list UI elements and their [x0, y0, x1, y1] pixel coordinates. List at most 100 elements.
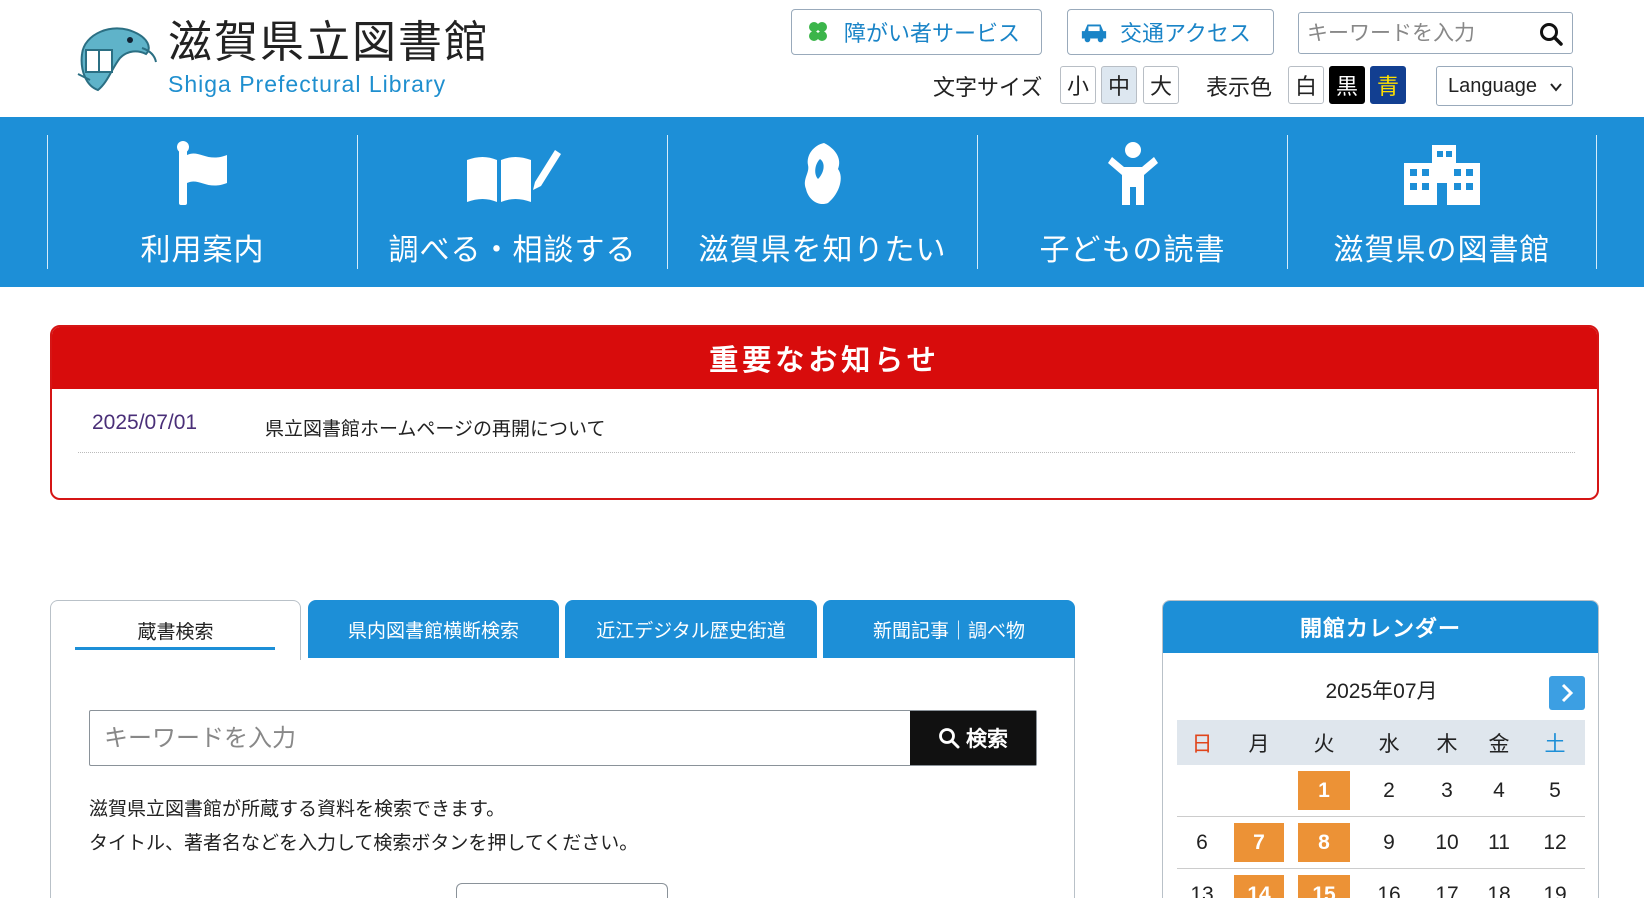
calendar-day: 2: [1383, 778, 1395, 802]
book-pencil-icon: [463, 140, 563, 207]
calendar-day-cell: 7: [1227, 817, 1291, 868]
calendar-day-cell: 8: [1291, 817, 1357, 868]
car-icon: [1080, 18, 1108, 46]
tab-news-research[interactable]: 新聞記事｜調べ物: [823, 600, 1075, 659]
calendar-day: 9: [1383, 830, 1395, 854]
calendar-day: 7: [1234, 823, 1284, 862]
calendar-day: 13: [1190, 882, 1214, 898]
nav-item-research[interactable]: 調べる・相談する: [357, 135, 667, 269]
calendar-day: 14: [1234, 875, 1284, 898]
header-search: [1298, 12, 1573, 54]
header-search-input[interactable]: [1299, 13, 1519, 53]
site-header: 滋賀県立図書館 Shiga Prefectural Library 障がい者サー…: [0, 0, 1644, 117]
font-size-small-button[interactable]: 小: [1060, 66, 1096, 104]
chevron-down-icon: [1550, 83, 1562, 92]
calendar-day: 6: [1196, 830, 1208, 854]
nav-label: 滋賀県を知りたい: [698, 233, 947, 268]
chevron-right-icon: [1561, 683, 1574, 703]
calendar-day-cell: 15: [1291, 869, 1357, 898]
calendar-day: 8: [1298, 823, 1350, 862]
site-logo[interactable]: 滋賀県立図書館 Shiga Prefectural Library: [72, 14, 490, 100]
catalog-search-input[interactable]: [90, 711, 910, 765]
calendar-weekday: 土: [1544, 732, 1566, 756]
calendar-day: 12: [1543, 830, 1567, 854]
calendar-day: 1: [1298, 771, 1350, 810]
language-label: Language: [1448, 74, 1537, 97]
calendar-weekday: 水: [1378, 732, 1400, 756]
advanced-search-button[interactable]: [456, 883, 668, 898]
calendar-day: 5: [1549, 778, 1561, 802]
calendar-day: 3: [1441, 778, 1453, 802]
search-description-line: タイトル、著者名などを入力して検索ボタンを押してください。: [89, 832, 639, 854]
nav-label: 滋賀県の図書館: [1333, 233, 1551, 268]
color-blue-button[interactable]: 青: [1370, 66, 1406, 104]
building-icon: [1392, 140, 1492, 207]
calendar-day: 16: [1377, 882, 1401, 898]
tab-cross-search[interactable]: 県内図書館横断検索: [308, 600, 559, 659]
calendar-day: 18: [1487, 882, 1511, 898]
site-subtitle: Shiga Prefectural Library: [168, 70, 447, 97]
color-white-button[interactable]: 白: [1288, 66, 1324, 104]
catalog-search-box: 検索: [89, 710, 1037, 766]
nav-label: 利用案内: [140, 233, 265, 268]
catfish-mascot-icon: [77, 27, 157, 92]
calendar-day: 17: [1435, 882, 1459, 898]
calendar-week-row: 13 14 15 16 17 18 19: [1177, 869, 1585, 898]
language-select[interactable]: Language: [1436, 66, 1573, 106]
calendar-day-cell: 1: [1291, 765, 1357, 816]
disability-service-label: 障がい者サービス: [844, 22, 1021, 47]
search-button-label: 検索: [966, 727, 1008, 751]
tab-digital-history[interactable]: 近江デジタル歴史街道: [565, 600, 817, 659]
clover-icon: [804, 18, 832, 46]
nav-item-children[interactable]: 子どもの読書: [977, 135, 1287, 269]
catalog-search-button[interactable]: 検索: [910, 711, 1036, 765]
access-label: 交通アクセス: [1120, 22, 1251, 47]
nav-item-shiga[interactable]: 滋賀県を知りたい: [667, 135, 977, 269]
shiga-map-icon: [773, 140, 873, 207]
nav-item-libraries[interactable]: 滋賀県の図書館: [1287, 135, 1597, 269]
disability-service-button[interactable]: 障がい者サービス: [791, 9, 1042, 55]
calendar-day: 11: [1488, 830, 1510, 854]
calendar-weekday-header: 日月火水木金土: [1177, 720, 1585, 765]
site-title: 滋賀県立図書館: [168, 16, 490, 68]
calendar-day: 19: [1543, 882, 1567, 898]
calendar-week-row: 6 7 8 9 10 11 12: [1177, 817, 1585, 869]
notice-item[interactable]: 2025/07/01 県立図書館ホームページの再開について: [78, 411, 1575, 453]
nav-label: 子どもの読書: [1039, 233, 1226, 268]
access-button[interactable]: 交通アクセス: [1067, 9, 1274, 55]
search-description-line: 滋賀県立図書館が所蔵する資料を検索できます。: [89, 798, 506, 820]
notice-title-link[interactable]: 県立図書館ホームページの再開について: [265, 414, 605, 452]
calendar-month: 2025年07月: [1325, 680, 1438, 703]
tab-label: 蔵書検索: [137, 621, 214, 643]
tab-catalog-search[interactable]: 蔵書検索: [50, 600, 301, 660]
font-size-medium-button[interactable]: 中: [1101, 66, 1137, 104]
search-icon[interactable]: [1538, 21, 1564, 47]
calendar-day: [1227, 765, 1291, 816]
calendar-day: 10: [1435, 830, 1459, 854]
display-color-label: 表示色: [1206, 76, 1273, 101]
calendar-weekday: 火: [1313, 732, 1335, 756]
calendar-weekday: 木: [1436, 732, 1458, 756]
notice-heading: 重要なお知らせ: [52, 327, 1597, 389]
color-black-button[interactable]: 黒: [1329, 66, 1365, 104]
font-size-label: 文字サイズ: [933, 76, 1043, 101]
calendar-weekday: 月: [1248, 732, 1270, 756]
calendar-next-button[interactable]: [1549, 676, 1585, 710]
child-icon: [1083, 140, 1183, 207]
main-nav: 利用案内 調べる・相談する 滋賀県を知りたい 子どもの読書 滋賀県の図書館: [0, 117, 1644, 287]
opening-calendar: 開館カレンダー 2025年07月 日月火水木金土 1 2 3 4 5 6 7 8 9 10 11 12…: [1162, 600, 1599, 898]
active-tab-indicator: [75, 647, 275, 650]
calendar-week-row: 1 2 3 4 5: [1177, 765, 1585, 817]
calendar-day-cell: 14: [1227, 869, 1291, 898]
font-size-large-button[interactable]: 大: [1143, 66, 1179, 104]
notice-date: 2025/07/01: [92, 411, 198, 434]
nav-label: 調べる・相談する: [388, 233, 637, 268]
nav-item-guide[interactable]: 利用案内: [47, 135, 357, 269]
search-panel: [50, 658, 1075, 898]
calendar-weekday: 日: [1191, 732, 1213, 756]
important-notice: 重要なお知らせ 2025/07/01 県立図書館ホームページの再開について: [50, 325, 1599, 500]
search-icon: [939, 728, 960, 749]
calendar-day: 15: [1298, 875, 1350, 898]
search-description: 滋賀県立図書館が所蔵する資料を検索できます。 タイトル、著者名などを入力して検索…: [89, 792, 638, 860]
calendar-weekday: 金: [1488, 732, 1510, 756]
